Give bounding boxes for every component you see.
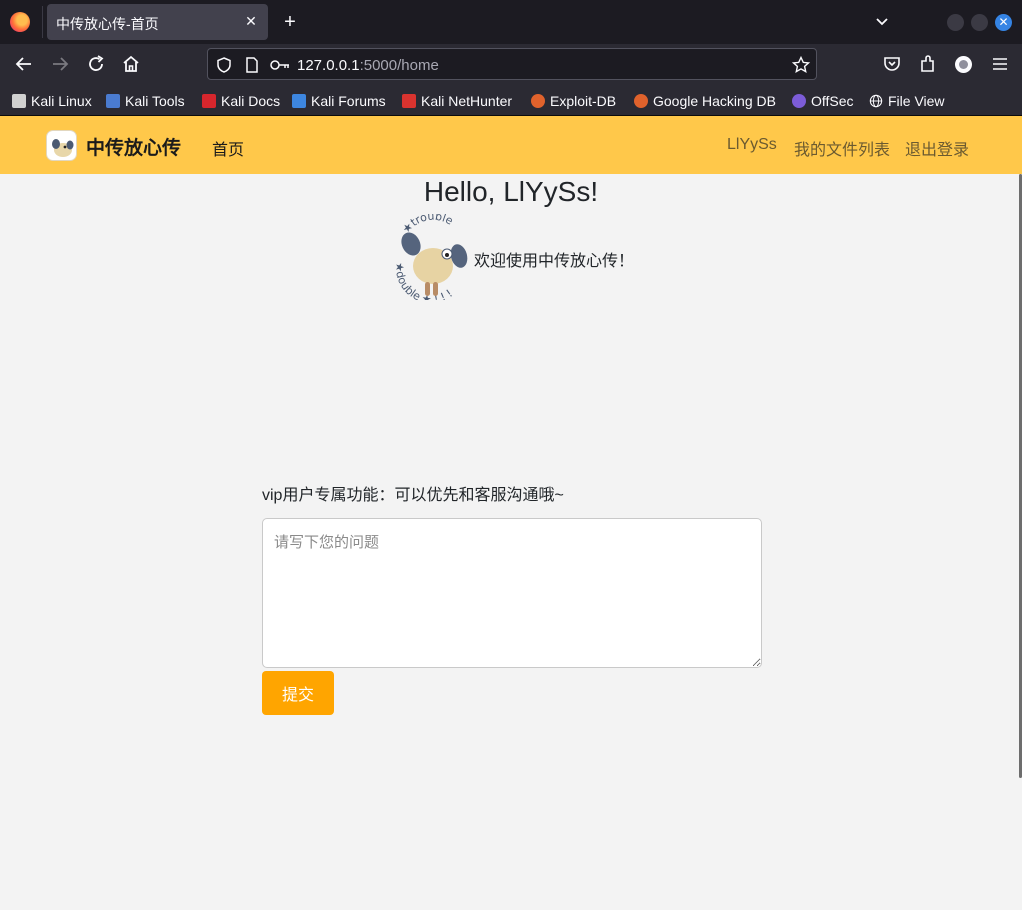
hamburger-menu-icon[interactable] <box>988 52 1012 76</box>
url-host: 127.0.0.1 <box>297 57 360 74</box>
site-header: 中传放心传 首页 LlYySs 我的文件列表 退出登录 <box>0 116 1022 174</box>
pocket-icon[interactable] <box>880 52 904 76</box>
bookmark-label: Kali Tools <box>125 93 185 109</box>
home-icon[interactable] <box>119 52 143 76</box>
brand-name[interactable]: 中传放心传 <box>86 133 181 160</box>
submit-button[interactable]: 提交 <box>262 671 334 715</box>
bookmarks-toolbar: Kali Linux Kali Tools Kali Docs Kali For… <box>0 84 1022 116</box>
key-icon[interactable] <box>269 55 291 75</box>
browser-navbar: 127.0.0.1:5000/home <box>0 44 1022 84</box>
bookmark-label: Kali NetHunter <box>421 93 513 109</box>
dog-logo-icon <box>52 139 74 157</box>
bookmark-label: Exploit-DB <box>550 93 617 109</box>
greeting-heading: Hello, LlYySs! <box>423 176 599 207</box>
tab-separator <box>42 6 43 38</box>
trouble-double-mascot-image: ★trouble ★double ★ ! ! ! <box>393 214 468 300</box>
page-info-icon[interactable] <box>242 55 262 75</box>
kali-nethunter-icon <box>402 94 416 108</box>
bookmark-exploit-db[interactable]: Exploit-DB <box>531 92 616 110</box>
close-tab-icon[interactable]: ✕ <box>242 12 260 30</box>
vip-feature-label: vip用户专属功能：可以优先和客服沟通哦~ <box>262 487 564 504</box>
bookmark-label: Kali Forums <box>311 93 386 109</box>
bookmark-file-view[interactable]: File View <box>869 92 945 110</box>
account-icon[interactable] <box>955 56 972 73</box>
reload-icon[interactable] <box>84 52 108 76</box>
svg-text:★trouble: ★trouble <box>400 214 456 236</box>
bookmark-offsec[interactable]: OffSec <box>792 92 854 110</box>
nav-logout-link[interactable]: 退出登录 <box>905 136 969 160</box>
bookmark-google-hacking-db[interactable]: Google Hacking DB <box>634 92 776 110</box>
close-window-button[interactable]: ✕ <box>995 14 1012 31</box>
kali-dragon-icon <box>12 94 26 108</box>
exploit-db-icon <box>531 94 545 108</box>
ghdb-icon <box>634 94 648 108</box>
bookmark-kali-tools[interactable]: Kali Tools <box>106 92 185 110</box>
firefox-logo-icon[interactable] <box>10 12 30 32</box>
extensions-icon[interactable] <box>916 52 940 76</box>
forward-arrow-icon[interactable] <box>48 52 72 76</box>
brand-logo[interactable] <box>46 130 77 161</box>
bookmark-label: Google Hacking DB <box>653 93 776 109</box>
bookmark-kali-forums[interactable]: Kali Forums <box>292 92 386 110</box>
maximize-window-button[interactable] <box>971 14 988 31</box>
bookmark-label: Kali Docs <box>221 93 281 109</box>
browser-tabstrip: 中传放心传-首页 ✕ + ✕ <box>0 0 1022 44</box>
kali-tools-icon <box>106 94 120 108</box>
nav-home-link[interactable]: 首页 <box>212 136 244 160</box>
kali-forums-icon <box>292 94 306 108</box>
kali-docs-icon <box>202 94 216 108</box>
bookmark-kali-nethunter[interactable]: Kali NetHunter <box>402 92 512 110</box>
globe-icon <box>869 94 883 108</box>
bookmark-kali-linux[interactable]: Kali Linux <box>12 92 92 110</box>
nav-username-link[interactable]: LlYySs <box>727 136 777 154</box>
shield-icon[interactable] <box>214 55 234 75</box>
url-text[interactable]: 127.0.0.1:5000/home <box>297 57 439 74</box>
new-tab-icon[interactable]: + <box>280 12 300 32</box>
bookmark-star-icon[interactable] <box>791 55 811 75</box>
url-bar[interactable]: 127.0.0.1:5000/home <box>207 48 817 80</box>
bookmark-label: Kali Linux <box>31 93 92 109</box>
welcome-text: 欢迎使用中传放心传！ <box>474 253 635 270</box>
chevron-down-icon[interactable] <box>872 12 892 32</box>
bookmark-label: File View <box>888 93 945 109</box>
active-tab[interactable]: 中传放心传-首页 ✕ <box>47 4 268 40</box>
nav-my-files-link[interactable]: 我的文件列表 <box>794 136 890 160</box>
question-textarea[interactable] <box>262 518 762 668</box>
minimize-window-button[interactable] <box>947 14 964 31</box>
tab-title: 中传放心传-首页 <box>56 16 159 32</box>
bookmark-kali-docs[interactable]: Kali Docs <box>202 92 280 110</box>
url-path: :5000/home <box>359 57 439 74</box>
offsec-icon <box>792 94 806 108</box>
bookmark-label: OffSec <box>811 93 854 109</box>
back-arrow-icon[interactable] <box>12 52 36 76</box>
